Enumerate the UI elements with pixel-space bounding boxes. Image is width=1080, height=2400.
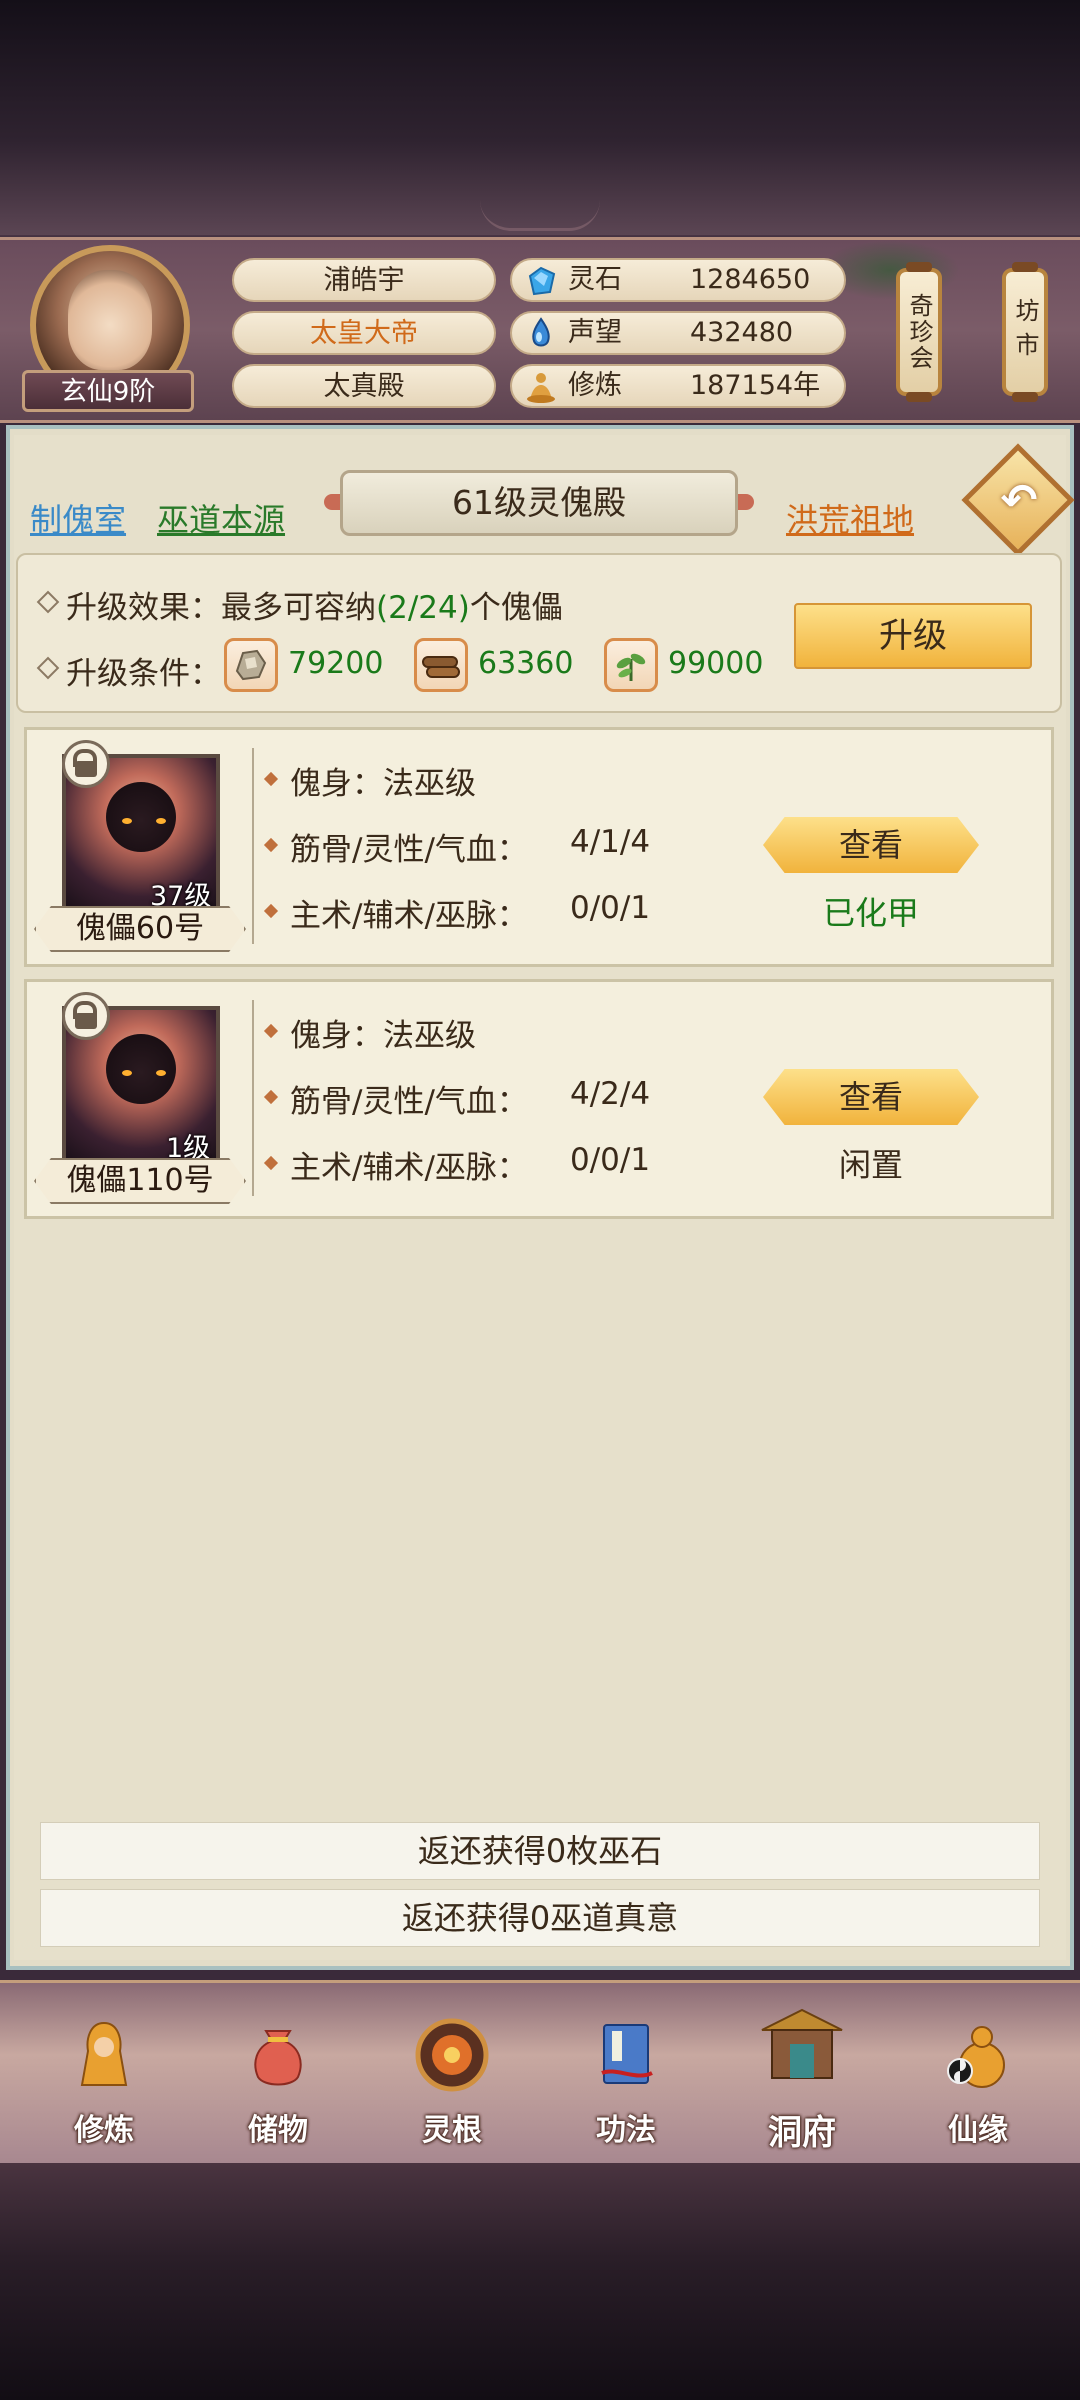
back-arrow-icon: ↶ bbox=[1000, 475, 1038, 526]
player-title: 太皇大帝 bbox=[232, 311, 496, 355]
player-hall: 太真殿 bbox=[232, 364, 496, 408]
nav-spirit-root[interactable]: 灵根 bbox=[392, 2015, 512, 2155]
player-name: 浦皓宇 bbox=[232, 258, 496, 302]
puppet-name: 傀儡60号 bbox=[34, 906, 246, 952]
avatar-face bbox=[68, 270, 152, 370]
stat-label: 修炼 bbox=[568, 370, 622, 401]
nav-label: 灵根 bbox=[422, 2113, 482, 2148]
stat-reputation: 声望 432480 bbox=[510, 311, 846, 355]
nav-skills[interactable]: 功法 bbox=[566, 2015, 686, 2155]
immortal-fate-icon bbox=[947, 2026, 1005, 2088]
bottom-backdrop bbox=[0, 2163, 1080, 2400]
puppet-skill-label: 主术/辅术/巫脉： bbox=[290, 898, 528, 934]
nav-storage[interactable]: 储物 bbox=[218, 2015, 338, 2155]
stat-spirit-stone: 灵石 1284650 bbox=[510, 258, 846, 302]
witch-origin-link[interactable]: 巫道本源 bbox=[157, 495, 285, 541]
market-button[interactable]: 坊市 bbox=[1002, 262, 1048, 402]
ore-icon bbox=[224, 638, 278, 692]
upgrade-effect-suffix: 个傀儡 bbox=[469, 590, 563, 626]
lock-icon[interactable] bbox=[62, 992, 110, 1040]
stat-cultivation: 修炼 187154年 bbox=[510, 364, 846, 408]
puppet-attr-label: 筋骨/灵性/气血： bbox=[290, 1084, 528, 1120]
upgrade-effect-prefix: 最多可容纳 bbox=[221, 590, 376, 626]
puppet-workshop-link[interactable]: 制傀室 bbox=[30, 495, 126, 541]
view-button[interactable]: 查看 bbox=[763, 817, 979, 873]
resource-value: 63360 bbox=[478, 646, 574, 681]
market-label: 坊市 bbox=[1011, 298, 1039, 366]
upgrade-effect-count: (2/24) bbox=[376, 590, 470, 626]
nav-immortal-fate[interactable]: 仙缘 bbox=[918, 2015, 1038, 2155]
nav-label: 功法 bbox=[596, 2113, 656, 2148]
top-ornament bbox=[480, 200, 600, 231]
upgrade-condition-label: 升级条件： bbox=[66, 656, 221, 692]
puppet-attr-value: 4/1/4 bbox=[570, 824, 651, 860]
divider bbox=[252, 748, 254, 944]
cultivation-monk-icon bbox=[80, 2021, 128, 2086]
rank-badge: 玄仙9阶 bbox=[22, 370, 194, 412]
stat-label: 灵石 bbox=[568, 264, 622, 295]
storage-bag-icon bbox=[254, 2030, 302, 2086]
refund-witch-essence: 返还获得0巫道真意 bbox=[40, 1889, 1040, 1947]
page-title: 61级灵傀殿 bbox=[340, 470, 738, 536]
upgrade-effect: 升级效果：最多可容纳(2/24)个傀儡 bbox=[66, 582, 563, 627]
nav-label: 洞府 bbox=[768, 2113, 836, 2153]
spirit-stone-icon bbox=[528, 266, 556, 296]
treasure-fair-label: 奇珍会 bbox=[905, 293, 933, 371]
nav-label: 修炼 bbox=[74, 2113, 134, 2148]
puppet-attr-value: 4/2/4 bbox=[570, 1076, 651, 1112]
puppet-status: 闲置 bbox=[838, 1146, 903, 1184]
stat-value: 187154年 bbox=[690, 370, 821, 401]
lock-icon[interactable] bbox=[62, 740, 110, 788]
upgrade-effect-label: 升级效果： bbox=[66, 590, 221, 626]
primordial-land-link[interactable]: 洪荒祖地 bbox=[786, 495, 914, 541]
refund-witch-stone: 返还获得0枚巫石 bbox=[40, 1822, 1040, 1880]
puppet-status: 已化甲 bbox=[822, 894, 919, 932]
puppet-skill-value: 0/0/1 bbox=[570, 1142, 651, 1178]
treasure-fair-button[interactable]: 奇珍会 bbox=[896, 262, 942, 402]
nav-cave-mansion[interactable]: 洞府 bbox=[742, 2000, 862, 2153]
resource-value: 79200 bbox=[288, 646, 384, 681]
skill-book-icon bbox=[601, 2024, 653, 2084]
upgrade-button[interactable]: 升级 bbox=[794, 603, 1032, 669]
puppet-skill-value: 0/0/1 bbox=[570, 890, 651, 926]
stat-value: 1284650 bbox=[690, 264, 811, 295]
puppet-body: 傀身：法巫级 bbox=[290, 1018, 476, 1054]
puppet-name: 傀儡110号 bbox=[34, 1158, 246, 1204]
puppet-body: 傀身：法巫级 bbox=[290, 766, 476, 802]
herb-icon bbox=[604, 638, 658, 692]
stat-value: 432480 bbox=[690, 317, 794, 348]
view-button[interactable]: 查看 bbox=[763, 1069, 979, 1125]
spirit-root-icon bbox=[415, 2018, 489, 2092]
puppet-skill-label: 主术/辅术/巫脉： bbox=[290, 1150, 528, 1186]
nav-label: 仙缘 bbox=[948, 2113, 1008, 2148]
stat-label: 声望 bbox=[568, 317, 622, 348]
nav-cultivate[interactable]: 修炼 bbox=[44, 2015, 164, 2155]
nav-label: 储物 bbox=[248, 2113, 308, 2148]
puppet-attr-label: 筋骨/灵性/气血： bbox=[290, 832, 528, 868]
resource-value: 99000 bbox=[668, 646, 764, 681]
cave-mansion-icon bbox=[761, 2008, 843, 2079]
reputation-icon bbox=[532, 317, 550, 347]
wood-logs-icon bbox=[414, 638, 468, 692]
meditation-icon bbox=[527, 373, 555, 403]
divider bbox=[252, 1000, 254, 1196]
